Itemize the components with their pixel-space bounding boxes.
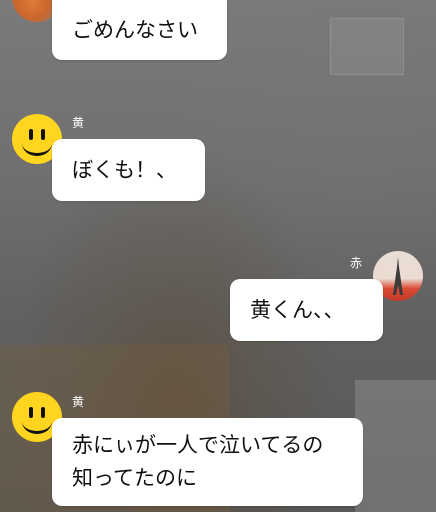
message-text-line: 赤にぃが一人で泣いてるの [72,433,324,457]
sender-name: 赤 [350,256,363,270]
message-bubble[interactable]: ぼくも！、 [52,139,205,201]
smiley-mouth-icon [22,131,52,156]
message-text-line: 知ってたのに [72,466,197,490]
background-shelf-shape [355,380,436,512]
message-bubble[interactable]: 赤にぃが一人で泣いてるの 知ってたのに [52,418,363,506]
message-bubble[interactable]: 黄くん、、 [230,279,383,341]
sender-name: 黄 [72,116,85,130]
sender-name: 黄 [72,395,85,409]
smiley-mouth-icon [22,409,52,434]
eiffel-tower-icon [393,257,403,295]
message-text: 黄くん、、 [250,297,345,322]
message-bubble[interactable]: ごめんなさい [52,0,227,60]
message-text: ぼくも！、 [72,157,177,182]
background-window-shape [330,18,404,75]
message-text: ごめんなさい [72,17,198,42]
